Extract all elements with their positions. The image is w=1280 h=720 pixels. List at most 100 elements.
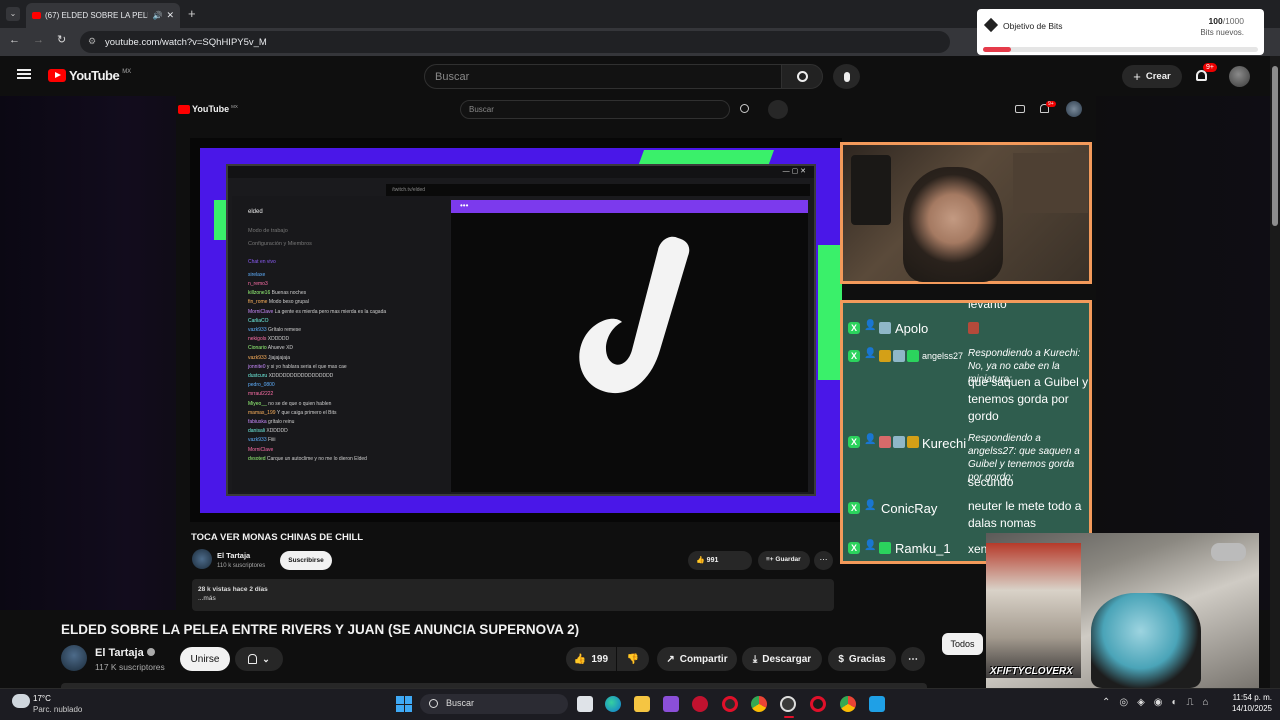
- chrome-profile-icon[interactable]: [840, 696, 856, 712]
- join-button[interactable]: Unirse: [180, 647, 230, 671]
- channel-name[interactable]: El Tartaja: [95, 647, 155, 659]
- tab-close-icon[interactable]: ✕: [166, 10, 174, 21]
- share-button[interactable]: ↗ Compartir: [657, 647, 737, 671]
- secondary-webcam: XFIFTYCLOVERX: [986, 533, 1259, 688]
- create-button[interactable]: + Crear: [1122, 65, 1182, 88]
- file-explorer-icon[interactable]: [634, 696, 650, 712]
- embedded-chat-message: Fiiii: [266, 437, 276, 444]
- embedded-chat-user: killzone16: [248, 290, 271, 297]
- crown-badge-icon: [879, 350, 891, 362]
- embedded-chat-line: MorniClave: [248, 446, 434, 455]
- tab-list-button[interactable]: ⌄: [6, 7, 20, 21]
- embedded-save-label: Guardar: [775, 556, 801, 563]
- share-label: Compartir: [679, 653, 728, 665]
- reload-icon[interactable]: ↻: [57, 33, 66, 46]
- thanks-label: Gracias: [848, 653, 886, 665]
- youtube-play-icon: [48, 69, 66, 82]
- weather-widget[interactable]: 17°C Parc. nublado: [12, 692, 112, 718]
- edge-icon[interactable]: [605, 696, 621, 712]
- channel-avatar[interactable]: [61, 645, 87, 671]
- chevron-down-icon: ⌄: [262, 653, 270, 664]
- x-badge-icon: X: [848, 350, 860, 362]
- youtube-wordmark: YouTube: [69, 68, 120, 83]
- obs-icon[interactable]: [780, 696, 796, 712]
- clock-date: 14/10/2025: [1231, 704, 1272, 713]
- app-purple-icon[interactable]: [663, 696, 679, 712]
- embedded-subscribe-label: Suscribirse: [288, 557, 324, 564]
- embedded-chat-user: sirelaxe: [248, 271, 266, 278]
- stream-chat-overlay: levanto X 👤 Apolo X 👤 angelss27 Respondi…: [840, 300, 1092, 564]
- thanks-button[interactable]: $ Gracias: [828, 647, 896, 671]
- embedded-chat-line: jonnite0 y si yo hablara seria el que ma…: [248, 363, 434, 372]
- notifications-button[interactable]: 9+: [1194, 63, 1217, 84]
- green-accent-right: [818, 245, 842, 380]
- scrollbar-thumb[interactable]: [1272, 66, 1278, 226]
- embedded-chat-message: XDDDDD: [266, 336, 290, 343]
- site-info-icon[interactable]: ⚙: [88, 36, 96, 47]
- user-icon: 👤: [864, 500, 877, 511]
- voice-search-button[interactable]: [833, 64, 860, 89]
- search-button[interactable]: [781, 64, 823, 89]
- weather-icon: [12, 694, 30, 708]
- opera-icon[interactable]: [810, 696, 826, 712]
- dislike-button[interactable]: 👎: [617, 647, 649, 671]
- embedded-chat-line: nekigols XDDDDD: [248, 335, 434, 344]
- window-controls: — ▢ ✕: [782, 168, 806, 175]
- record-icon[interactable]: [722, 696, 738, 712]
- browser-tab[interactable]: (67) ELDED SOBRE LA PELEA ENTRE RIVERS Y…: [26, 3, 180, 28]
- new-tab-button[interactable]: +: [188, 6, 196, 21]
- embedded-wordmark: YouTube: [192, 104, 230, 114]
- bits-progress-fill: [983, 47, 1011, 52]
- chat-message: que saquen a Guibel y tenemos gorda por …: [968, 375, 1089, 423]
- twitch-chat-pane: elded Modo de trabajo Configuración y Mi…: [232, 196, 450, 492]
- stream-logo-icon: [579, 236, 690, 394]
- task-view-icon[interactable]: [577, 696, 593, 712]
- more-actions-button[interactable]: ⋯: [901, 647, 925, 671]
- embedded-search-placeholder: Buscar: [469, 105, 494, 114]
- youtube-logo[interactable]: YouTube MX: [48, 68, 131, 83]
- like-button[interactable]: 👍 199: [566, 647, 616, 671]
- download-icon: ⤓: [752, 653, 758, 665]
- sub-badge-icon: [893, 350, 905, 362]
- embedded-chat-message: Buenas noches: [270, 290, 307, 297]
- app-red-icon[interactable]: [692, 696, 708, 712]
- embedded-views: 28 k vistas hace 2 días: [198, 586, 268, 593]
- embedded-chat-message: Ahueve XD: [266, 345, 294, 352]
- embedded-chat-line: dvsoted Carque un autoclime y no me lo d…: [248, 455, 434, 464]
- sidebar-item-settings: Configuración y Miembros: [248, 241, 312, 248]
- x-badge-icon: X: [848, 502, 860, 514]
- system-tray[interactable]: ⌃◎◈◉◐⎍⌂: [1102, 697, 1218, 708]
- app-blue-icon[interactable]: [869, 696, 885, 712]
- taskbar-search-icon: [429, 699, 438, 708]
- clock[interactable]: 11:54 p. m. 14/10/2025: [1210, 692, 1272, 714]
- tab-audio-icon[interactable]: 🔊: [152, 11, 162, 20]
- filter-chip-all[interactable]: Todos: [942, 633, 983, 655]
- chrome-icon[interactable]: [751, 696, 767, 712]
- notification-badge: 9+: [1203, 63, 1217, 72]
- forward-arrow-icon[interactable]: →: [33, 34, 44, 46]
- start-button[interactable]: [396, 696, 412, 712]
- embedded-mic-icon: [768, 100, 788, 119]
- back-arrow-icon[interactable]: ←: [9, 34, 20, 46]
- window-url-bar: /twitch.tv/elded: [386, 184, 810, 196]
- menu-icon[interactable]: [17, 69, 31, 79]
- embedded-chat-user: mamas_199: [248, 409, 276, 416]
- subscription-bell-button[interactable]: ⌄: [235, 647, 283, 671]
- account-avatar[interactable]: [1229, 66, 1250, 87]
- search-icon: [796, 71, 808, 82]
- taskbar-search-label: Buscar: [446, 698, 475, 708]
- embedded-chat-user: nekigols: [248, 336, 267, 343]
- taskbar-search[interactable]: Buscar: [420, 694, 568, 714]
- embedded-chat-user: vazk933: [248, 354, 267, 361]
- search-input[interactable]: Buscar: [424, 64, 782, 89]
- embedded-chat-line: vazk933 Grítalo remese: [248, 326, 434, 335]
- user-icon: 👤: [864, 540, 877, 551]
- url-field[interactable]: ⚙ youtube.com/watch?v=SQhHIPY5v_M: [80, 31, 950, 53]
- download-button[interactable]: ⤓ Descargar: [742, 647, 822, 671]
- thanks-icon: $: [838, 653, 844, 665]
- youtube-favicon-icon: [32, 12, 41, 19]
- plus-icon: +: [1133, 69, 1141, 84]
- bits-count: 100/1000: [1209, 16, 1244, 26]
- gift-badge-icon: [879, 542, 891, 554]
- embedded-youtube-logo: YouTube MX: [178, 104, 238, 114]
